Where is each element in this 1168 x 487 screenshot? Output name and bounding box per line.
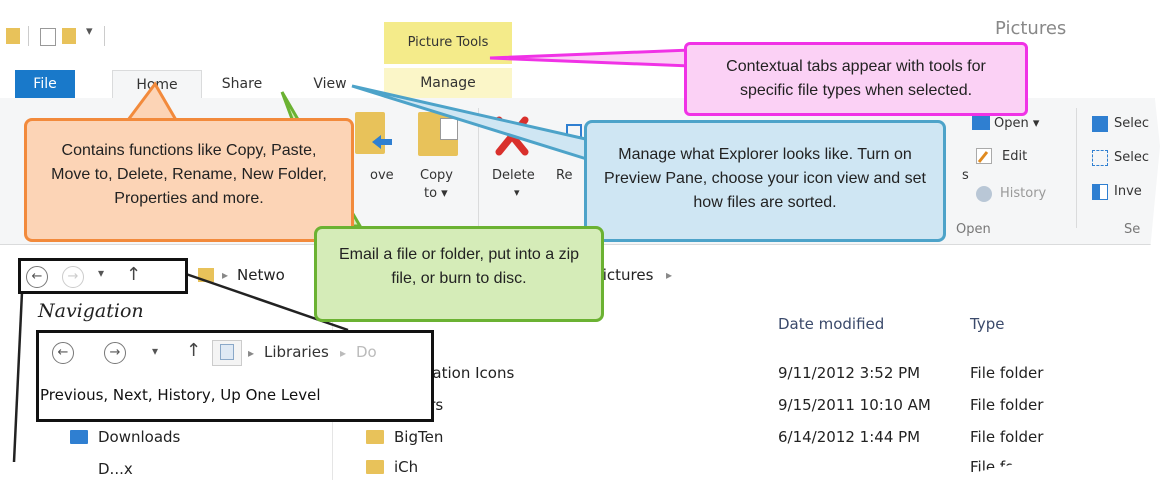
nav-connector-line: [12, 291, 24, 463]
blue-callout-pointer: [351, 84, 592, 163]
navigation-title: Navigation: [38, 300, 144, 322]
navigation-caption: Previous, Next, History, Up One Level: [40, 386, 321, 404]
zoom-back-icon: ←: [52, 342, 74, 364]
zoom-up-icon: ↑: [186, 340, 202, 361]
orange-callout-pointer: [125, 81, 179, 122]
libraries-icon: [220, 344, 234, 360]
view-tab-callout: Manage what Explorer looks like. Turn on…: [584, 120, 946, 242]
zoom-history-icon: ▾: [152, 344, 159, 358]
zoom-crumb-next: Do: [356, 343, 377, 361]
zoom-crumb-libraries: Libraries: [264, 343, 329, 361]
chevron-right-icon: ▸: [340, 346, 347, 360]
navigation-highlight-box: [18, 258, 188, 294]
zoom-forward-icon: →: [104, 342, 126, 364]
home-tab-callout: Contains functions like Copy, Paste, Mov…: [24, 118, 354, 242]
chevron-right-icon: ▸: [248, 346, 255, 360]
contextual-tabs-callout: Contextual tabs appear with tools for sp…: [684, 42, 1028, 116]
pink-callout-pointer: [489, 48, 692, 68]
share-tab-callout: Email a file or folder, put into a zip f…: [314, 226, 604, 322]
